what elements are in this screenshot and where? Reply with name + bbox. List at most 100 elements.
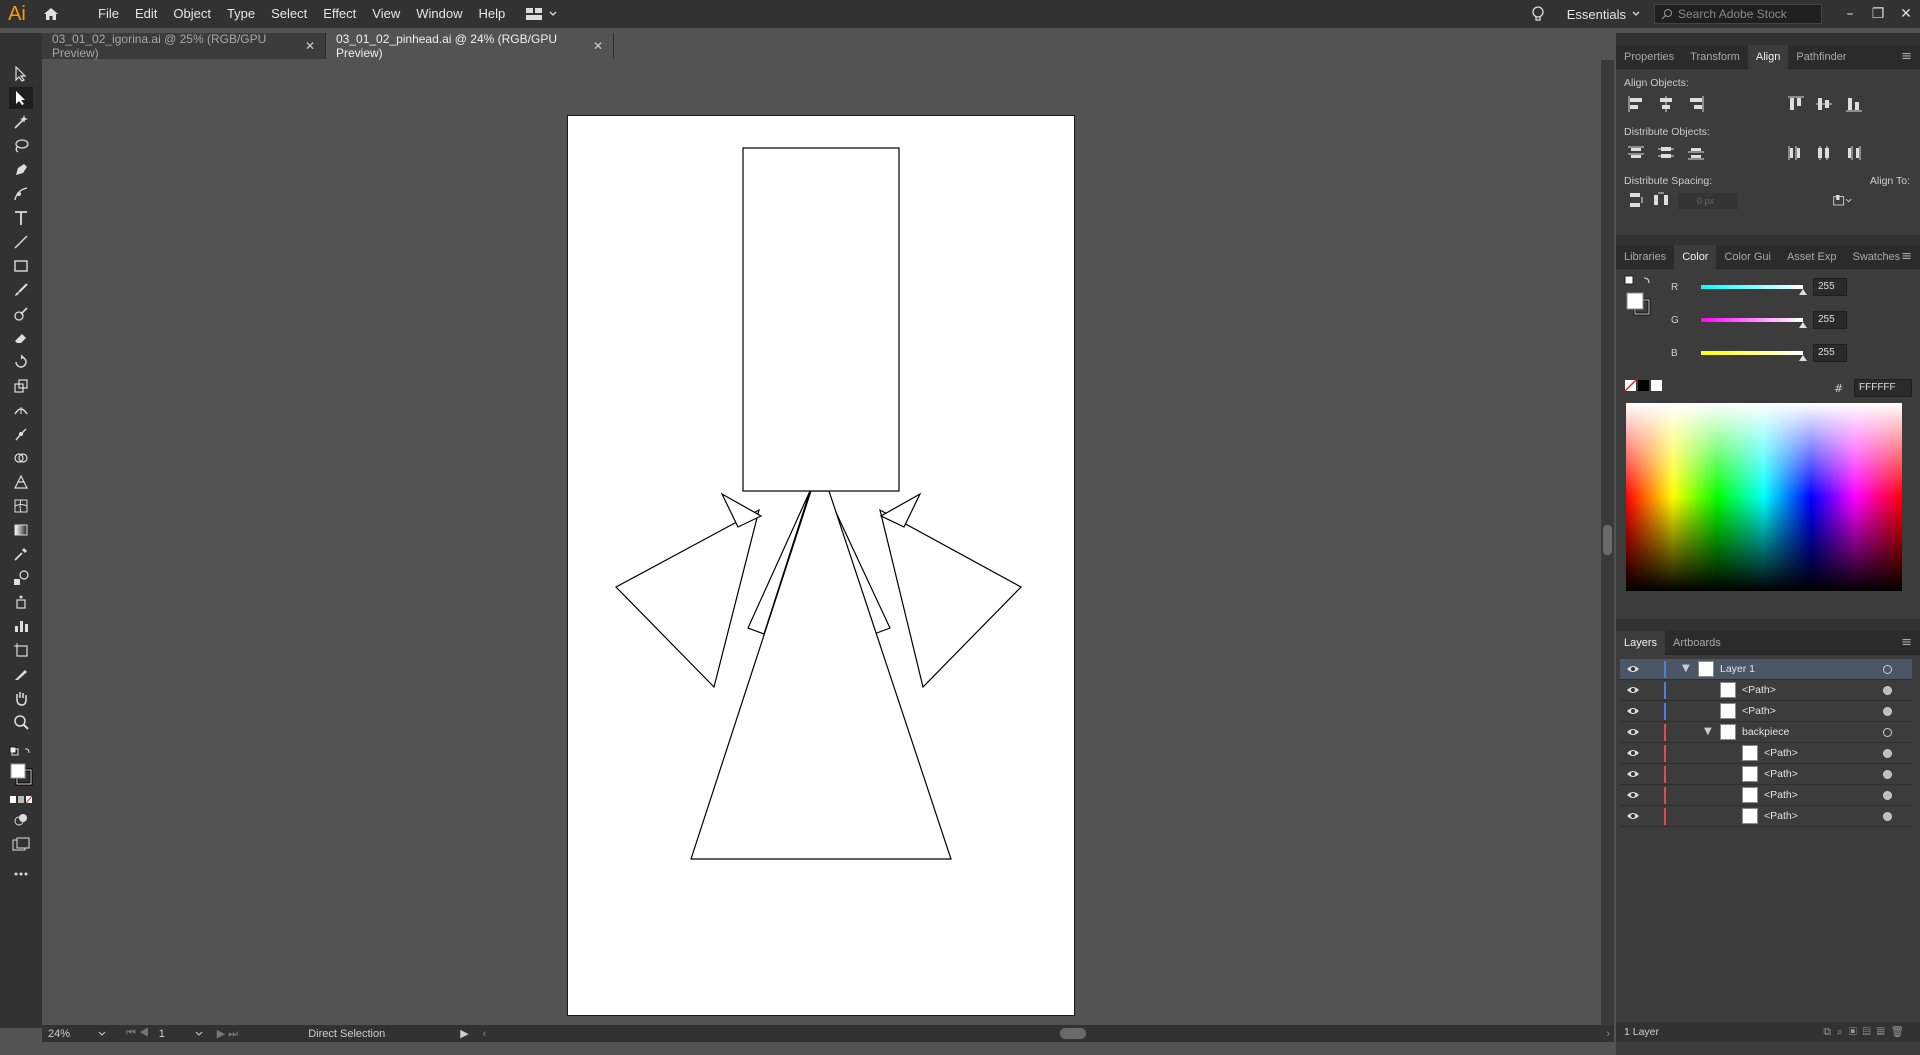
panel-menu-icon[interactable]: ≡: [1901, 49, 1912, 64]
eyedropper-icon[interactable]: [9, 543, 33, 565]
menu-object[interactable]: Object: [165, 0, 219, 28]
menu-help[interactable]: Help: [470, 0, 513, 28]
fill-stroke-swatch[interactable]: [9, 761, 33, 787]
direct-selection-tool-icon[interactable]: [9, 87, 33, 109]
artboard-tool-icon[interactable]: [9, 639, 33, 661]
r-slider[interactable]: R 255: [1671, 277, 1847, 297]
menu-select[interactable]: Select: [263, 0, 315, 28]
draw-mode-icon[interactable]: [9, 809, 33, 831]
target-icon[interactable]: [1883, 728, 1892, 737]
screen-mode-icon[interactable]: [9, 833, 33, 855]
spacing-value-input[interactable]: 0 px: [1678, 193, 1738, 209]
scroll-thumb[interactable]: [1603, 525, 1612, 555]
layer-row[interactable]: <Path>: [1620, 701, 1912, 722]
b-slider[interactable]: B 255: [1671, 343, 1847, 363]
scroll-left-icon[interactable]: ‹: [483, 1028, 487, 1040]
panel-menu-icon[interactable]: ≡: [1901, 635, 1912, 650]
horizontal-spacing-icon[interactable]: [1652, 191, 1672, 209]
layer-row[interactable]: ▼ backpiece: [1620, 722, 1912, 743]
tab-transform[interactable]: Transform: [1682, 45, 1748, 69]
eye-icon[interactable]: [1626, 727, 1640, 737]
layer-name[interactable]: <Path>: [1764, 768, 1798, 780]
column-graph-icon[interactable]: [9, 615, 33, 637]
align-to-artboard-icon[interactable]: [1832, 191, 1852, 209]
default-fill-stroke-icon[interactable]: [9, 741, 33, 763]
target-icon[interactable]: [1883, 686, 1892, 695]
target-icon[interactable]: [1883, 812, 1892, 821]
lightbulb-icon[interactable]: [1531, 5, 1545, 23]
eye-icon[interactable]: [1626, 685, 1640, 695]
tab-color[interactable]: Color: [1674, 244, 1717, 269]
distribute-top-icon[interactable]: [1626, 144, 1646, 162]
layer-name[interactable]: <Path>: [1764, 789, 1798, 801]
layer-name[interactable]: <Path>: [1764, 747, 1798, 759]
eye-icon[interactable]: [1626, 664, 1640, 674]
align-right-icon[interactable]: [1686, 95, 1706, 113]
selection-tool-icon[interactable]: [9, 63, 33, 85]
color-spectrum[interactable]: [1626, 403, 1902, 591]
menu-edit[interactable]: Edit: [127, 0, 165, 28]
align-top-icon[interactable]: [1786, 95, 1806, 113]
workspace-switcher[interactable]: Essentials: [1567, 7, 1626, 22]
target-icon[interactable]: [1883, 770, 1892, 779]
slice-tool-icon[interactable]: [9, 663, 33, 685]
rotate-icon[interactable]: [9, 351, 33, 373]
menu-file[interactable]: File: [90, 0, 127, 28]
minimize-icon[interactable]: –: [1836, 6, 1864, 22]
chevron-down-icon[interactable]: ▼: [1682, 663, 1690, 674]
puppet-warp-icon[interactable]: [9, 423, 33, 445]
layer-name[interactable]: Layer 1: [1720, 663, 1755, 675]
target-icon[interactable]: [1883, 791, 1892, 800]
rectangle-tool-icon[interactable]: [9, 255, 33, 277]
align-left-icon[interactable]: [1626, 95, 1646, 113]
play-icon[interactable]: ▶: [460, 1027, 468, 1040]
tab-color-guide[interactable]: Color Gui: [1716, 245, 1778, 269]
target-icon[interactable]: [1883, 665, 1892, 674]
layer-name[interactable]: <Path>: [1742, 705, 1776, 717]
mesh-tool-icon[interactable]: [9, 495, 33, 517]
distribute-center-v-icon[interactable]: [1656, 144, 1676, 162]
menu-type[interactable]: Type: [219, 0, 263, 28]
page-number[interactable]: 1: [159, 1028, 195, 1040]
blend-tool-icon[interactable]: [9, 567, 33, 589]
perspective-grid-icon[interactable]: [9, 471, 33, 493]
scale-icon[interactable]: [9, 375, 33, 397]
layer-row[interactable]: <Path>: [1620, 806, 1912, 827]
align-center-h-icon[interactable]: [1656, 95, 1676, 113]
close-tab-icon[interactable]: ✕: [593, 39, 603, 53]
chevron-down-icon[interactable]: [1632, 11, 1640, 17]
color-mode-icons[interactable]: [9, 789, 33, 811]
zoom-level[interactable]: 24%: [48, 1028, 98, 1040]
lasso-icon[interactable]: [9, 135, 33, 157]
align-bottom-icon[interactable]: [1844, 95, 1864, 113]
close-icon[interactable]: ✕: [1892, 6, 1920, 22]
eraser-icon[interactable]: [9, 327, 33, 349]
layer-name[interactable]: backpiece: [1742, 726, 1789, 738]
layer-name[interactable]: <Path>: [1764, 810, 1798, 822]
layer-row[interactable]: <Path>: [1620, 743, 1912, 764]
gradient-tool-icon[interactable]: [9, 519, 33, 541]
horizontal-scroll-thumb[interactable]: [1060, 1028, 1086, 1039]
distribute-bottom-icon[interactable]: [1686, 144, 1706, 162]
target-icon[interactable]: [1883, 749, 1892, 758]
first-page-icon[interactable]: ⏮ ◀: [126, 1027, 149, 1040]
scroll-right-icon[interactable]: ›: [1606, 1028, 1610, 1040]
eye-icon[interactable]: [1626, 706, 1640, 716]
right-wing-path[interactable]: [879, 508, 1022, 689]
arrange-documents-button[interactable]: [525, 7, 557, 21]
menu-window[interactable]: Window: [408, 0, 470, 28]
distribute-left-icon[interactable]: [1786, 144, 1806, 162]
vertical-scrollbar[interactable]: [1601, 60, 1614, 1025]
layer-name[interactable]: <Path>: [1742, 684, 1776, 696]
zoom-tool-icon[interactable]: [9, 711, 33, 733]
magic-wand-icon[interactable]: [9, 111, 33, 133]
tab-properties[interactable]: Properties: [1616, 45, 1682, 69]
shape-builder-icon[interactable]: [9, 447, 33, 469]
chevron-down-icon[interactable]: [195, 1031, 203, 1037]
r-value-input[interactable]: 255: [1813, 278, 1847, 296]
panel-menu-icon[interactable]: ≡: [1901, 249, 1912, 264]
chevron-down-icon[interactable]: [98, 1031, 106, 1037]
eye-icon[interactable]: [1626, 769, 1640, 779]
fill-stroke-icon[interactable]: [1624, 275, 1654, 319]
curvature-tool-icon[interactable]: [9, 183, 33, 205]
